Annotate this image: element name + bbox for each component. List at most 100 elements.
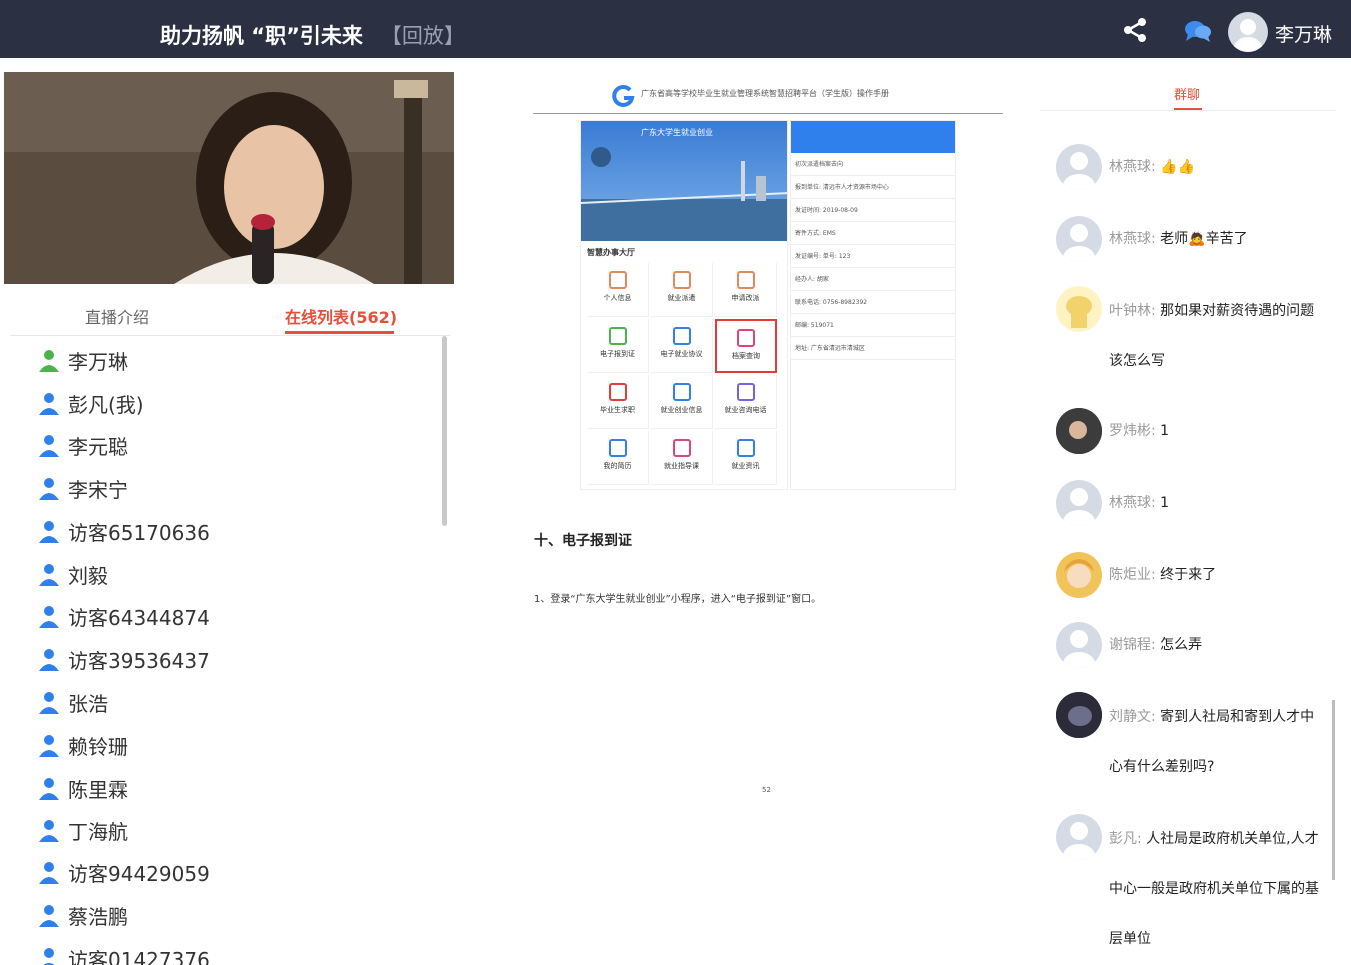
tab-live-intro[interactable]: 直播介绍 bbox=[85, 304, 149, 328]
list-item[interactable]: 李宋宁 bbox=[38, 468, 128, 508]
archive-row: 寄件方式: EMS bbox=[791, 222, 955, 245]
user-icon bbox=[39, 521, 59, 543]
user-icon bbox=[39, 564, 59, 586]
chat-user: 罗炜彬 bbox=[1109, 423, 1151, 439]
user-icon bbox=[39, 649, 59, 671]
avatar bbox=[1056, 216, 1102, 262]
chat-user: 刘静文 bbox=[1109, 709, 1151, 725]
list-item[interactable]: 访客65170636 bbox=[38, 511, 210, 551]
list-item[interactable]: 访客64344874 bbox=[38, 596, 210, 636]
section-heading: 十、电子报到证 bbox=[534, 533, 632, 549]
chat-user: 彭凡 bbox=[1109, 831, 1137, 847]
divider bbox=[1040, 110, 1336, 111]
grid-icon bbox=[608, 439, 627, 457]
grid-cell: 就业派遣 bbox=[651, 263, 713, 317]
phone2-header bbox=[791, 121, 955, 153]
archive-row: 经办人: 胡家 bbox=[791, 268, 955, 291]
chat-user: 谢锦程 bbox=[1109, 637, 1151, 653]
list-item[interactable]: 刘毅 bbox=[38, 554, 108, 594]
online-user-name: 访客01427376 bbox=[68, 947, 210, 965]
chat-text: 👍👍 bbox=[1160, 159, 1196, 175]
chat-text: 老师🙇辛苦了 bbox=[1160, 231, 1248, 247]
online-user-name: 丁海航 bbox=[68, 819, 128, 844]
grid-label: 就业资讯 bbox=[731, 462, 760, 470]
chat-message-body: 彭凡: 人社局是政府机关单位,人才中心一般是政府机关单位下属的基层单位 bbox=[1109, 831, 1319, 947]
online-user-name: 张浩 bbox=[68, 691, 108, 716]
archive-row: 初次派遣档案去向 bbox=[791, 153, 955, 176]
replay-tag: 【回放】 bbox=[380, 24, 465, 48]
online-user-name: 访客94429059 bbox=[68, 861, 210, 886]
chat-text: 怎么弄 bbox=[1160, 637, 1203, 653]
logo-icon bbox=[612, 84, 635, 107]
list-item[interactable]: 访客39536437 bbox=[38, 639, 210, 679]
grid-cell: 申请改派 bbox=[715, 263, 777, 317]
user-avatar[interactable] bbox=[1228, 12, 1268, 52]
list-item[interactable]: 蔡浩鹏 bbox=[38, 895, 128, 935]
chat-message-body: 林燕球: 👍👍 bbox=[1109, 159, 1196, 175]
step-text: 1、登录“广东大学生就业创业”小程序，进入“电子报到证”窗口。 bbox=[534, 594, 822, 605]
left-tabs: 直播介绍 在线列表(562) bbox=[10, 298, 450, 336]
chat-user: 林燕球 bbox=[1109, 495, 1151, 511]
grid-icon bbox=[672, 327, 691, 345]
user-icon bbox=[39, 692, 59, 714]
tab-group-chat[interactable]: 群聊 bbox=[1174, 84, 1200, 103]
user-icon bbox=[39, 478, 59, 500]
grid-icon bbox=[608, 271, 627, 289]
archive-row: 邮编: 519071 bbox=[791, 314, 955, 337]
host-user-icon bbox=[39, 350, 59, 372]
user-icon bbox=[39, 393, 59, 415]
list-item[interactable]: 李元聪 bbox=[38, 425, 128, 465]
chat-message-body: 林燕球: 老师🙇辛苦了 bbox=[1109, 231, 1248, 247]
user-icon bbox=[43, 948, 55, 965]
list-item[interactable]: 丁海航 bbox=[38, 810, 128, 850]
chat-message-body: 刘静文: 寄到人社局和寄到人才中心有什么差别吗? bbox=[1109, 709, 1315, 775]
grid-label: 就业派遣 bbox=[667, 294, 696, 302]
online-user-list[interactable]: 李万琳 彭凡(我) 李元聪 李宋宁 访客65170636 刘毅 访客643448… bbox=[0, 338, 440, 965]
list-item[interactable]: 陈里霖 bbox=[38, 768, 128, 808]
doc-header: 广东省高等学校毕业生就业管理系统智慧招聘平台（学生版）操作手册 bbox=[533, 82, 1003, 114]
list-item[interactable]: 访客94429059 bbox=[38, 852, 210, 892]
grid-icon bbox=[736, 271, 755, 289]
list-item[interactable]: 彭凡(我) bbox=[38, 383, 144, 423]
grid-icon bbox=[737, 329, 755, 347]
archive-row: 发证编号: 单号: 123 bbox=[791, 245, 955, 268]
chat-scrollbar[interactable] bbox=[1332, 700, 1335, 880]
online-user-name: 访客64344874 bbox=[68, 605, 210, 630]
grid-label: 毕业生求职 bbox=[600, 406, 635, 414]
list-item[interactable]: 赖铃珊 bbox=[38, 725, 128, 765]
grid-cell: 就业咨询电话 bbox=[715, 375, 777, 429]
grid-cell: 个人信息 bbox=[587, 263, 649, 317]
archive-row: 联系电话: 0756-8982392 bbox=[791, 291, 955, 314]
chat-message-body: 罗炜彬: 1 bbox=[1109, 423, 1170, 439]
chat-text: 1 bbox=[1160, 495, 1170, 511]
online-list-scrollbar[interactable] bbox=[442, 336, 447, 526]
online-user-name: 刘毅 bbox=[68, 563, 108, 588]
phone-screenshot-home: 广东大学生就业创业 智慧办事大厅 个人信息 就业派遣 申请改派 电子报到证 电子… bbox=[580, 120, 788, 490]
chat-user: 林燕球 bbox=[1109, 231, 1151, 247]
archive-row: 报到单位: 清远市人才资源市场中心 bbox=[791, 176, 955, 199]
chat-message-body: 林燕球: 1 bbox=[1109, 495, 1170, 511]
doc-header-text: 广东省高等学校毕业生就业管理系统智慧招聘平台（学生版）操作手册 bbox=[641, 89, 889, 98]
hall-label: 智慧办事大厅 bbox=[587, 248, 635, 257]
avatar bbox=[1056, 814, 1102, 860]
tab-online-list[interactable]: 在线列表(562) bbox=[285, 304, 397, 328]
chat-bubble-icon[interactable] bbox=[1184, 18, 1212, 44]
share-icon[interactable] bbox=[1122, 17, 1148, 43]
grid-label: 电子就业协议 bbox=[660, 350, 703, 358]
live-video-player[interactable] bbox=[4, 72, 454, 284]
online-user-name: 彭凡(我) bbox=[68, 392, 144, 417]
chat-user: 叶钟林 bbox=[1109, 303, 1151, 319]
list-item[interactable]: 访客01427376 bbox=[38, 938, 210, 965]
grid-cell: 电子就业协议 bbox=[651, 319, 713, 373]
list-item[interactable]: 李万琳 bbox=[38, 340, 128, 380]
online-user-name: 李元聪 bbox=[68, 434, 128, 459]
grid-icon bbox=[672, 439, 691, 457]
chat-message-body: 谢锦程: 怎么弄 bbox=[1109, 637, 1203, 653]
avatar bbox=[1056, 622, 1102, 668]
grid-label: 档案查询 bbox=[732, 352, 760, 360]
current-user-name[interactable]: 李万琳 bbox=[1275, 20, 1332, 47]
grid-label: 电子报到证 bbox=[600, 350, 635, 358]
user-icon bbox=[39, 862, 59, 884]
list-item[interactable]: 张浩 bbox=[38, 682, 108, 722]
avatar bbox=[1056, 692, 1102, 738]
